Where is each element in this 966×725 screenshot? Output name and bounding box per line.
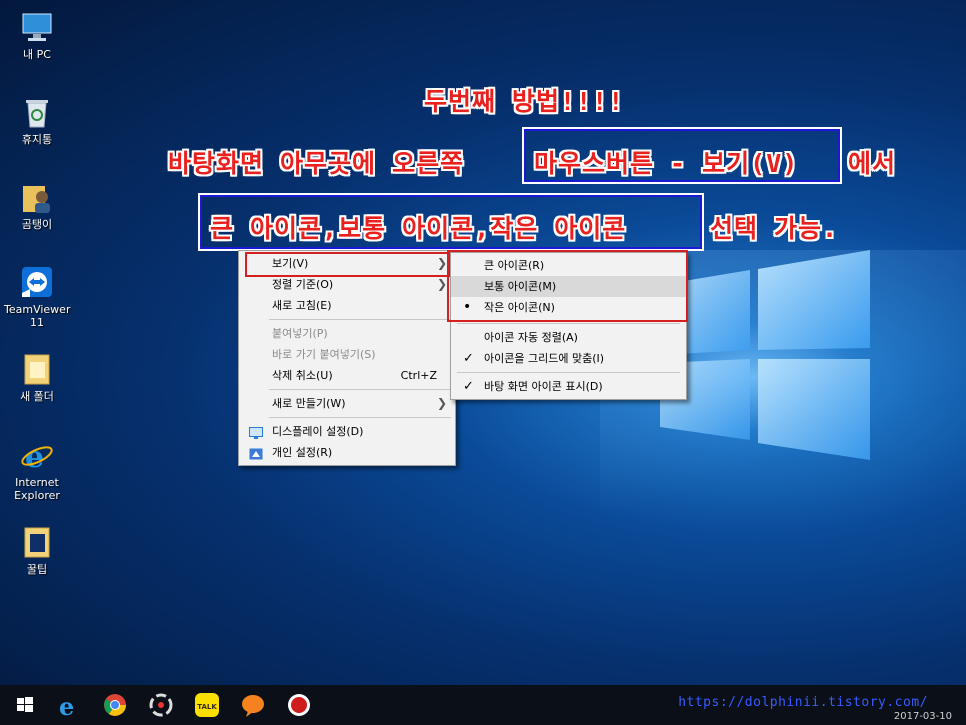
desktop-icon-label: 곰탱이 [21,218,53,231]
desktop-icon[interactable]: TeamViewer 11 [4,265,70,329]
desktop-icon[interactable]: 곰탱이 [4,180,70,231]
menu-item-label: 삭제 취소(U) [272,369,333,382]
banner-line-3-suffix: 선택 가능. [710,214,839,243]
desktop-icon-label: TeamViewer 11 [4,303,71,329]
context-menu-item[interactable]: 바로 가기 붙여넣기(S) [239,344,455,365]
menu-item-shortcut: Ctrl+Z [400,369,437,382]
banner-line-1: 두번째 방법!!!! [424,87,625,116]
desktop-icon-label: 휴지통 [21,133,53,146]
media-app-icon[interactable] [146,690,176,720]
menu-item-label: 아이콘 자동 정렬(A) [484,331,578,344]
checkmark-icon: ✓ [463,379,474,394]
context-menu-item[interactable]: 새로 고침(E) [239,295,455,316]
menu-item-label: 붙여넣기(P) [272,327,328,340]
menu-separator [269,319,451,320]
desktop-icon[interactable]: 새 폴더 [4,352,70,403]
context-menu-item[interactable]: 삭제 취소(U) Ctrl+Z [239,365,455,386]
menu-item-label: 개인 설정(R) [272,446,333,459]
banner-line-2-prefix: 바탕화면 아무곳에 오른쪽 [168,149,465,178]
desktop-icon[interactable]: 꿀팁 [4,525,70,576]
recycle-bin-icon [20,95,54,129]
context-menu-item[interactable]: 새로 만들기(W) ❯ [239,393,455,414]
menu-item-label: 새로 만들기(W) [272,397,346,410]
banner-line-2-suffix: 에서 [848,149,897,178]
menu-item-label: 정렬 기준(O) [272,278,334,291]
desktop-icon[interactable]: e Internet Explorer [4,438,70,502]
view-submenu-item[interactable]: 아이콘 자동 정렬(A) [451,327,686,348]
menu-item-label: 아이콘을 그리드에 맞춤(I) [484,352,605,365]
banner-line-2-boxed: 마우스버튼 - 보기(V) [534,149,799,178]
folder-icon [20,525,54,559]
menu-item-label: 바로 가기 붙여넣기(S) [272,348,376,361]
view-submenu-item[interactable]: ✓ 아이콘을 그리드에 맞춤(I) [451,348,686,369]
kakaotalk-label: TALK [197,703,217,711]
watermark-url: https://dolphinii.tistory.com/ [678,695,928,710]
submenu-arrow-icon: ❯ [436,396,447,410]
display-settings-icon [249,425,263,439]
record-icon[interactable] [284,690,314,720]
menu-item-label: 바탕 화면 아이콘 표시(D) [484,380,603,393]
desktop-context-menu: 보기(V) ❯ 정렬 기준(O) ❯ 새로 고침(E) 붙여넣기(P) 바로 가기 붙여넣기… [238,250,456,466]
menu-separator [269,389,451,390]
desktop-icon[interactable]: 휴지통 [4,95,70,146]
menu-item-label: 디스플레이 설정(D) [272,425,364,438]
menu-separator [457,372,680,373]
user-folder-icon [20,180,54,214]
banner-line-3-boxed: 큰 아이콘,보통 아이콘,작은 아이콘 [210,214,627,243]
red-highlight-icon-sizes [447,250,688,322]
this-pc-icon [20,10,54,44]
edge-icon[interactable]: e [54,690,84,721]
context-menu-item[interactable]: 붙여넣기(P) [239,323,455,344]
view-submenu-item[interactable]: ✓ 바탕 화면 아이콘 표시(D) [451,376,686,397]
red-highlight-view-item [245,252,450,277]
menu-separator [457,323,680,324]
start-icon[interactable] [10,690,40,720]
kakaotalk-icon[interactable]: TALK [192,690,222,720]
context-menu-item[interactable]: 정렬 기준(O) ❯ [239,274,455,295]
checkmark-icon: ✓ [463,351,474,366]
menu-separator [269,417,451,418]
context-menu-item[interactable]: 개인 설정(R) [239,442,455,463]
svg-text:e: e [59,692,74,720]
personalize-icon [249,446,263,460]
desktop-icon[interactable]: 내 PC [4,10,70,61]
desktop-icon-label: 꿀팁 [26,563,48,576]
teamviewer-icon [20,265,54,299]
chrome-icon[interactable] [100,690,130,720]
chat-bubble-icon[interactable] [238,690,268,720]
folder-icon [20,352,54,386]
submenu-arrow-icon: ❯ [436,277,447,291]
context-menu-item[interactable]: 디스플레이 설정(D) [239,421,455,442]
desktop-icon-label: 내 PC [23,48,51,61]
svg-text:e: e [25,440,44,472]
desktop-icon-label: 새 폴더 [20,390,54,403]
menu-item-label: 새로 고침(E) [272,299,332,312]
taskbar-clock[interactable]: 2017-03-10 [894,711,952,722]
desktop-icon-label: Internet Explorer [14,476,60,502]
internet-explorer-icon: e [20,438,54,475]
